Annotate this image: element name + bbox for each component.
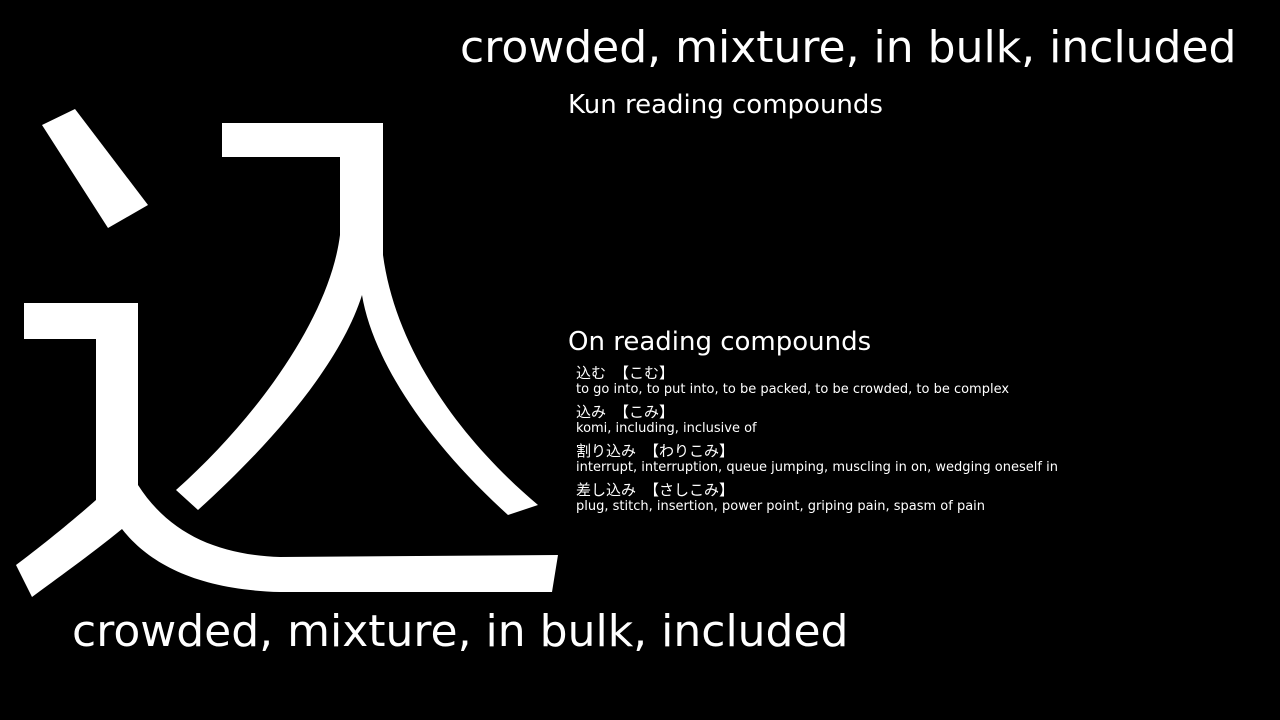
compound-reading: 【さしこみ】: [644, 481, 735, 499]
compound-item: 込み 【こみ】 komi, including, inclusive of: [576, 403, 1266, 437]
compound-gloss: interrupt, interruption, queue jumping, …: [576, 460, 1058, 475]
compound-gloss: to go into, to put into, to be packed, t…: [576, 382, 1010, 397]
meaning-title-top: crowded, mixture, in bulk, included: [460, 22, 1237, 73]
kanji-glyph: [0, 95, 565, 605]
compound-item: 込む 【こむ】 to go into, to put into, to be pa…: [576, 364, 1266, 398]
compound-item: 割り込み 【わりこみ】 interrupt, interruption, queu…: [576, 442, 1266, 476]
compound-word: 割り込み: [576, 442, 637, 460]
compound-reading: 【こみ】: [614, 403, 675, 421]
compound-gloss: plug, stitch, insertion, power point, gr…: [576, 499, 986, 514]
kanji-komu-icon: [16, 109, 558, 597]
compound-item: 差し込み 【さしこみ】 plug, stitch, insertion, powe…: [576, 481, 1266, 515]
compound-list: 込む 【こむ】 to go into, to put into, to be pa…: [576, 364, 1266, 520]
meaning-title-bottom: crowded, mixture, in bulk, included: [72, 606, 849, 657]
compound-word: 差し込み: [576, 481, 637, 499]
kun-reading-heading: Kun reading compounds: [568, 90, 883, 120]
compound-word: 込み: [576, 403, 607, 421]
compound-word: 込む: [576, 364, 607, 382]
on-reading-heading: On reading compounds: [568, 327, 872, 357]
compound-reading: 【わりこみ】: [644, 442, 735, 460]
compound-reading: 【こむ】: [614, 364, 675, 382]
compound-gloss: komi, including, inclusive of: [576, 421, 757, 436]
